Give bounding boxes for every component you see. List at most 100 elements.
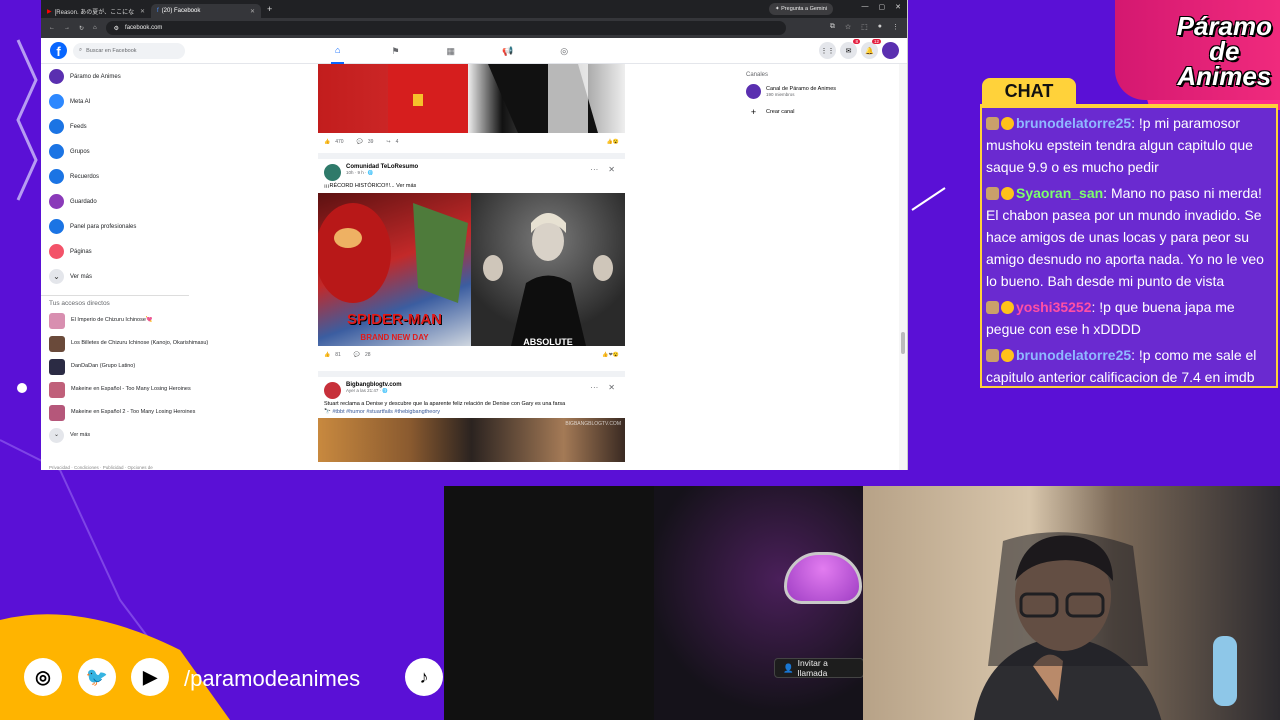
channel-logo: Páramo de Animes <box>1177 13 1272 89</box>
pages-icon <box>49 244 64 259</box>
post-images[interactable]: SPIDER-MAN BRAND NEW DAY ABSOLUTE <box>318 193 625 346</box>
sidebar-item-label: Grupos <box>70 148 90 155</box>
actress-image[interactable]: ABSOLUTE <box>471 193 625 346</box>
shortcut-label: Makeine en Español - Too Many Losing Her… <box>71 386 191 392</box>
scrollbar[interactable] <box>899 64 907 470</box>
sidebar-item-label: Meta AI <box>70 98 91 105</box>
shortcuts-title: Tus accesos directos <box>41 295 189 309</box>
nav-marketplace-icon[interactable]: ▦ <box>447 46 456 57</box>
post-header: Bigbangblogtv.com Ayer a las 21:47 · 🌐 ·… <box>318 377 625 399</box>
sidebar-item-label: Panel para profesionales <box>70 223 137 230</box>
tab-facebook[interactable]: f (20) Facebook ✕ <box>151 4 261 18</box>
maximize-icon[interactable]: ▢ <box>879 3 886 11</box>
post-hashtags[interactable]: 🔭 #tbbt #humor #stuartfails #thebigbangt… <box>318 409 625 415</box>
close-icon[interactable]: ✕ <box>608 165 615 174</box>
sidebar-item-label: Ver más <box>70 273 93 280</box>
install-icon[interactable]: ⧉ <box>830 23 835 31</box>
minimize-icon[interactable]: — <box>862 3 869 11</box>
actress-caption: ABSOLUTE <box>523 337 573 346</box>
browser-toolbar-icons: ⧉ ☆ ⬚ ● ⋮ <box>830 23 899 31</box>
nav-home-icon[interactable]: ⌂ <box>331 38 345 64</box>
more-options-icon[interactable]: ··· <box>590 383 598 392</box>
spiderman-subtitle: BRAND NEW DAY <box>360 333 429 342</box>
messenger-icon[interactable]: ✉ 8 <box>840 39 860 59</box>
share-icon[interactable]: ↪ <box>386 139 390 145</box>
close-tab-icon[interactable]: ✕ <box>250 8 255 15</box>
profile-icon[interactable]: ● <box>878 23 882 31</box>
more-options-icon[interactable]: ··· <box>590 165 598 174</box>
window-controls: — ▢ ✕ <box>862 3 902 11</box>
site-info-icon[interactable]: ⚙ <box>114 25 119 32</box>
shortcut-item[interactable]: El Imperio de Chizuru Ichinose💘 <box>41 309 231 332</box>
create-channel-button[interactable]: + Crear canal <box>746 107 836 117</box>
twitter-icon[interactable]: 🐦 <box>78 658 116 696</box>
search-icon: ⌕ <box>79 47 83 53</box>
groups-icon <box>49 144 64 159</box>
sidebar-item[interactable]: Meta AI <box>41 89 231 114</box>
invite-call-button[interactable]: 👤 Invitar a llamada <box>774 658 864 678</box>
sidebar-item[interactable]: Páginas <box>41 239 231 264</box>
spiderman-image[interactable]: SPIDER-MAN BRAND NEW DAY <box>318 193 471 346</box>
sidebar-item[interactable]: Guardado <box>41 189 231 214</box>
sidebar-item[interactable]: Recuerdos <box>41 164 231 189</box>
instagram-icon[interactable]: ◎ <box>24 658 62 696</box>
new-tab-icon[interactable]: + <box>267 4 272 14</box>
nav-pages-icon[interactable]: ⚑ <box>391 46 399 57</box>
menu-grid-icon[interactable]: ⋮⋮ <box>819 42 836 59</box>
search-input[interactable]: ⌕ Buscar en Facebook <box>73 42 185 59</box>
like-icon[interactable]: 👍 <box>324 139 330 145</box>
close-icon[interactable]: ✕ <box>608 383 615 392</box>
sidebar-item[interactable]: Feeds <box>41 114 231 139</box>
gaming-chair <box>988 532 1237 706</box>
sidebar-item[interactable]: Panel para profesionales <box>41 214 231 239</box>
shortcut-item[interactable]: Makeine en Español 2 - Too Many Losing H… <box>41 401 231 424</box>
close-tab-icon[interactable]: ✕ <box>140 8 145 15</box>
back-icon[interactable]: ← <box>49 25 55 31</box>
shortcut-item[interactable]: DanDaDan (Grupo Latino) <box>41 355 231 378</box>
post-image[interactable] <box>318 64 625 133</box>
channel-item[interactable]: Canal de Páramo de Animes 190 miembros <box>746 84 836 99</box>
profile-avatar <box>49 69 64 84</box>
chevron-down-icon: ⌄ <box>49 269 64 284</box>
sidebar-item[interactable]: Páramo de Animes <box>41 64 231 89</box>
shortcut-item[interactable]: Los Billetes de Chizuru Ichinose (Kanojo… <box>41 332 231 355</box>
menu-icon[interactable]: ⋮ <box>892 23 899 31</box>
reaction-row: 👍 81 💬 28 👍❤😮 <box>318 346 625 364</box>
youtube-icon[interactable]: ▶ <box>131 658 169 696</box>
scrollbar-thumb[interactable] <box>901 332 905 354</box>
share-count: 4 <box>395 139 399 145</box>
forward-icon[interactable]: → <box>64 25 70 31</box>
sub-badge-icon <box>1001 301 1014 314</box>
address-bar: ← → ↻ ⌂ ⚙ facebook.com ⧉ ☆ ⬚ ● ⋮ <box>41 18 907 38</box>
gemini-button[interactable]: ✦ Pregunta a Gemini <box>769 3 833 15</box>
bookmark-star-icon[interactable]: ☆ <box>845 23 851 31</box>
comment-icon[interactable]: 💬 <box>357 139 363 145</box>
author-avatar[interactable] <box>324 164 341 181</box>
sidebar-item[interactable]: Grupos <box>41 139 231 164</box>
reload-icon[interactable]: ↻ <box>79 25 84 32</box>
like-icon[interactable]: 👍 <box>324 352 330 358</box>
extensions-icon[interactable]: ⬚ <box>861 23 868 31</box>
shortcut-thumbnail <box>49 404 65 421</box>
chevron-down-icon: ⌄ <box>49 428 64 443</box>
account-avatar[interactable] <box>882 42 899 59</box>
legal-links[interactable]: Privacidad · Condiciones · Publicidad · … <box>49 465 153 470</box>
shortcut-label: Los Billetes de Chizuru Ichinose (Kanojo… <box>71 340 209 346</box>
sidebar-item[interactable]: ⌄ Ver más <box>41 264 231 289</box>
close-window-icon[interactable]: ✕ <box>895 3 901 11</box>
user-badge-icon <box>986 301 999 314</box>
tab-youtube[interactable]: ▶ [Reason. あの夏が、ここにな ✕ <box>41 4 151 18</box>
sidebar-item-label: Páramo de Animes <box>70 73 121 80</box>
author-avatar[interactable] <box>324 382 341 399</box>
comment-icon[interactable]: 💬 <box>354 352 360 358</box>
notifications-icon[interactable]: 🔔 12 <box>861 39 881 59</box>
shortcuts-more[interactable]: ⌄ Ver más <box>41 424 231 447</box>
tiktok-icon[interactable]: ♪ <box>405 658 443 696</box>
nav-gaming-icon[interactable]: ◎ <box>560 46 568 57</box>
url-field[interactable]: ⚙ facebook.com <box>105 21 786 35</box>
shortcut-item[interactable]: Makeine en Español - Too Many Losing Her… <box>41 378 231 401</box>
home-icon[interactable]: ⌂ <box>93 25 97 31</box>
post-image[interactable]: BIGBANGBLOGTV.COM <box>318 418 625 462</box>
facebook-logo[interactable]: f <box>50 42 67 59</box>
nav-ads-icon[interactable]: 📢 <box>502 46 513 57</box>
